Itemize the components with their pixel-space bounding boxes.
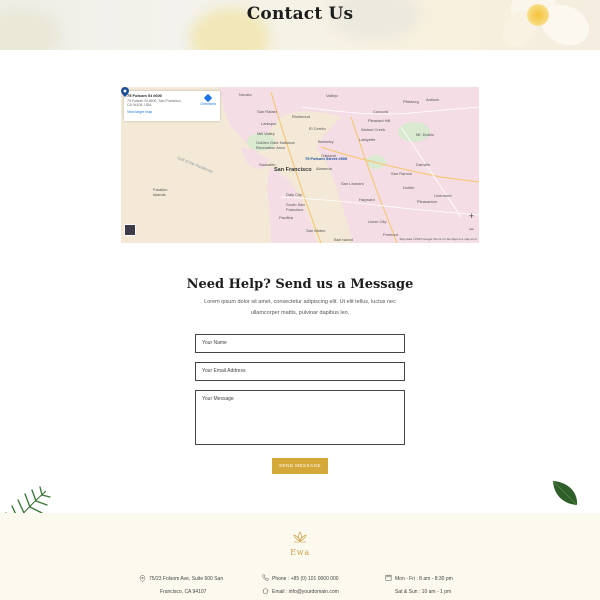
map-attribution: Map data ©2023 Google Terms of Use Repor… — [399, 237, 477, 241]
footer-email[interactable]: Email : info@yourdomain.com — [272, 589, 339, 595]
hero-banner: Contact Us — [0, 0, 600, 50]
leaf-icon — [552, 480, 578, 506]
zoom-out-button[interactable]: − — [469, 225, 474, 234]
map-label: Mt. Diablo — [416, 132, 435, 137]
map-label: Union City — [368, 219, 387, 224]
map-label: Sausalito — [259, 162, 276, 167]
map-label: Pleasanton — [417, 199, 438, 204]
map-label: San Mateo — [306, 228, 326, 233]
footer-address-line1: 75/23 Folsom Ave, Suite 600 San — [149, 576, 224, 582]
map-label: Antioch — [426, 97, 440, 102]
map-label: Bair Island — [334, 237, 353, 242]
map-label: San Ramon — [391, 171, 413, 176]
map-label: Livermore — [434, 193, 452, 198]
send-message-button[interactable]: SEND MESSAGE — [272, 458, 328, 474]
map-label: Danville — [416, 162, 431, 167]
map-label: Golden Gate National Recreation Area — [256, 140, 295, 150]
satellite-toggle[interactable] — [124, 224, 136, 236]
phone-icon — [262, 574, 269, 581]
map-label: Vallejo — [326, 93, 338, 98]
directions-label: Directions — [200, 102, 216, 106]
map-label: Farallon Islands — [153, 187, 168, 197]
location-pin-icon — [139, 575, 146, 582]
page-title: Contact Us — [246, 4, 354, 24]
message-textarea[interactable]: Your Message — [195, 390, 405, 445]
footer-hours-weekday: Mon - Fri : 8 am - 8:30 pm — [395, 576, 453, 582]
directions-button[interactable]: Directions — [200, 93, 216, 106]
zoom-in-button[interactable]: + — [469, 212, 474, 221]
lotus-logo-icon — [293, 531, 307, 543]
map-label: Hayward — [359, 197, 375, 202]
map-pin-label: 75 Folsom Street #600 — [305, 156, 348, 161]
map-label: South San Francisco — [286, 202, 305, 212]
map-label: Alameda — [316, 166, 332, 171]
map-label: Richmond — [292, 114, 311, 119]
google-map[interactable]: 75 Folsom St #600 75 Folsom St #600, San… — [121, 87, 479, 243]
map-pin-icon[interactable] — [121, 87, 129, 97]
map-label: Pacifica — [279, 215, 294, 220]
form-description: Lorem ipsum dolor sit amet, consectetur … — [204, 299, 396, 316]
map-label: Novato — [239, 92, 252, 97]
map-label: Lafayette — [359, 137, 376, 142]
home-icon — [262, 587, 269, 594]
name-input[interactable]: Your Name — [195, 334, 405, 353]
view-larger-map-link[interactable]: View larger map — [127, 110, 217, 114]
map-card-subaddress: 75 Folsom St #600, San Francisco, CA 941… — [127, 99, 182, 107]
directions-icon — [203, 93, 213, 103]
footer-hours-weekend: Sat & Sun : 10 am - 1 pm — [395, 589, 452, 595]
map-label: Pleasant Hill — [368, 118, 391, 123]
map-label: Berkeley — [318, 139, 334, 144]
map-label: Fremont — [383, 232, 398, 237]
map-info-card: 75 Folsom St #600 75 Folsom St #600, San… — [124, 91, 220, 121]
map-label: El Cerrito — [309, 126, 326, 131]
map-label: Daly City — [286, 192, 303, 197]
footer-phone[interactable]: Phone : +85 (0) 101 0000 000 — [272, 576, 339, 582]
map-label: San Rafael — [257, 109, 277, 114]
footer-logo-text: Ewa — [290, 548, 310, 557]
map-label: Larkspur — [261, 121, 277, 126]
map-label: Walnut Creek — [361, 127, 386, 132]
footer-address-line2: Francisco, CA 94107 — [160, 589, 207, 595]
calendar-icon — [385, 574, 392, 581]
map-label: Mill Valley — [257, 131, 275, 136]
form-title: Need Help? Send us a Message — [186, 277, 414, 292]
map-label: Concord — [373, 109, 389, 114]
map-label: San Leandro — [341, 181, 364, 186]
email-input[interactable]: Your Email Address — [195, 362, 405, 381]
map-label: Dublin — [403, 185, 415, 190]
map-label: Pittsburg — [403, 99, 419, 104]
map-label-city: San Francisco — [274, 167, 312, 173]
